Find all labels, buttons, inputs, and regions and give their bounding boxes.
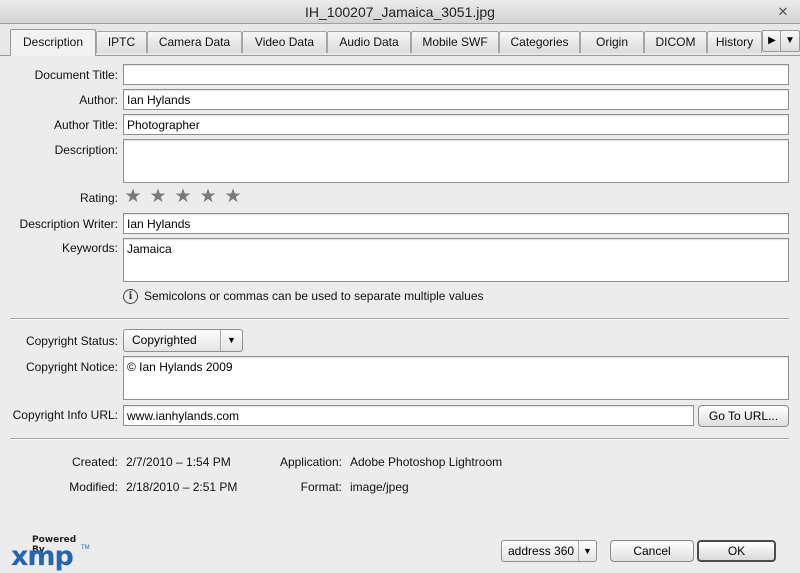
window-title: IH_100207_Jamaica_3051.jpg xyxy=(305,4,495,20)
author-field[interactable]: Ian Hylands xyxy=(123,89,789,110)
tab-iptc[interactable]: IPTC xyxy=(96,31,147,53)
star-icon[interactable]: ★ xyxy=(148,187,168,206)
info-icon: i xyxy=(123,288,138,304)
star-icon[interactable]: ★ xyxy=(173,187,193,206)
rating-stars: ★ ★ ★ ★ ★ xyxy=(123,187,248,208)
cancel-button[interactable]: Cancel xyxy=(610,540,694,562)
created-label: Created: xyxy=(71,455,118,469)
star-icon[interactable]: ★ xyxy=(198,187,218,206)
description-field[interactable] xyxy=(123,139,789,183)
application-label: Application: xyxy=(279,455,342,469)
section-divider xyxy=(10,438,789,440)
tab-dicom[interactable]: DICOM xyxy=(644,31,707,53)
tab-description[interactable]: Description xyxy=(10,29,96,56)
author-title-label: Author Title: xyxy=(53,118,118,132)
tab-video-data[interactable]: Video Data xyxy=(242,31,327,53)
section-divider xyxy=(10,318,789,320)
description-label: Description: xyxy=(54,143,118,157)
description-writer-label: Description Writer: xyxy=(19,217,118,231)
keywords-label: Keywords: xyxy=(61,241,118,255)
author-label: Author: xyxy=(79,93,118,107)
close-icon[interactable]: ✕ xyxy=(776,5,790,19)
logo-mark: xmp xyxy=(11,541,74,572)
author-title-field[interactable]: Photographer xyxy=(123,114,789,135)
copyright-url-label: Copyright Info URL: xyxy=(12,408,118,422)
copyright-status-label: Copyright Status: xyxy=(25,334,118,348)
tab-categories[interactable]: Categories xyxy=(499,31,580,53)
title-bar: IH_100207_Jamaica_3051.jpg ✕ xyxy=(0,0,800,24)
application-value: Adobe Photoshop Lightroom xyxy=(350,455,503,469)
copyright-notice-label: Copyright Notice: xyxy=(25,360,118,374)
keywords-field[interactable]: Jamaica xyxy=(123,238,789,282)
modified-label: Modified: xyxy=(69,480,118,494)
tab-audio-data[interactable]: Audio Data xyxy=(327,31,411,53)
keywords-hint-text: Semicolons or commas can be used to sepa… xyxy=(144,289,484,303)
chevron-down-icon: ▼ xyxy=(578,541,596,561)
tab-origin[interactable]: Origin xyxy=(580,31,644,53)
description-writer-field[interactable]: Ian Hylands xyxy=(123,213,789,234)
tab-list-dropdown-icon[interactable]: ▼ xyxy=(780,30,800,52)
keywords-hint: i Semicolons or commas can be used to se… xyxy=(123,287,484,305)
xmp-logo: Powered By xmp TM xyxy=(10,532,90,572)
metadata-template-select[interactable]: address 360 ▼ xyxy=(501,540,597,562)
copyright-notice-field[interactable]: © Ian Hylands 2009 xyxy=(123,356,789,400)
copyright-url-field[interactable]: www.ianhylands.com xyxy=(123,405,694,426)
tab-strip: Description IPTC Camera Data Video Data … xyxy=(0,24,800,56)
logo-trademark: TM xyxy=(81,545,90,551)
format-value: image/jpeg xyxy=(350,480,409,494)
modified-value: 2/18/2010 – 2:51 PM xyxy=(126,480,238,494)
tab-mobile-swf[interactable]: Mobile SWF xyxy=(411,31,499,53)
ok-button[interactable]: OK xyxy=(697,540,776,562)
copyright-status-value: Copyrighted xyxy=(132,333,197,347)
chevron-down-icon: ▼ xyxy=(220,330,242,351)
document-title-field[interactable] xyxy=(123,64,789,85)
star-icon[interactable]: ★ xyxy=(223,187,243,206)
document-title-label: Document Title: xyxy=(34,68,118,82)
tab-camera-data[interactable]: Camera Data xyxy=(147,31,242,53)
go-to-url-button[interactable]: Go To URL... xyxy=(698,405,789,427)
star-icon[interactable]: ★ xyxy=(123,187,143,206)
created-value: 2/7/2010 – 1:54 PM xyxy=(126,455,231,469)
tab-scroll-right-icon[interactable]: ▶ xyxy=(762,30,782,52)
copyright-status-select[interactable]: Copyrighted ▼ xyxy=(123,329,243,352)
rating-label: Rating: xyxy=(79,191,118,205)
tab-history[interactable]: History xyxy=(707,31,762,53)
format-label: Format: xyxy=(300,480,342,494)
template-value: address 360 xyxy=(508,544,575,558)
